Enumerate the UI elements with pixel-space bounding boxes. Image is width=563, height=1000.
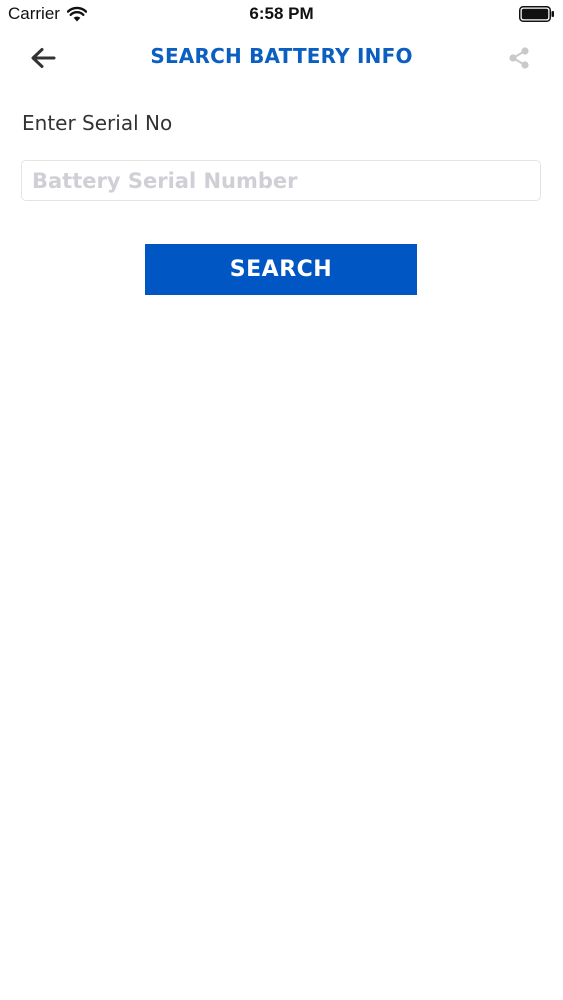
screen: Carrier 6:58 PM SEARCH BATTERY INFO Ente…: [0, 0, 563, 1000]
share-icon: [509, 47, 529, 69]
status-time: 6:58 PM: [249, 4, 314, 23]
serial-number-label: Enter Serial No: [22, 111, 173, 135]
battery-full-icon: [519, 6, 554, 22]
serial-number-input[interactable]: [21, 160, 541, 201]
search-button[interactable]: SEARCH: [145, 244, 417, 295]
status-bar: Carrier 6:58 PM: [0, 0, 563, 30]
share-button[interactable]: [505, 44, 533, 72]
page-title: SEARCH BATTERY INFO: [150, 44, 413, 68]
navigation-bar: SEARCH BATTERY INFO: [0, 30, 563, 86]
